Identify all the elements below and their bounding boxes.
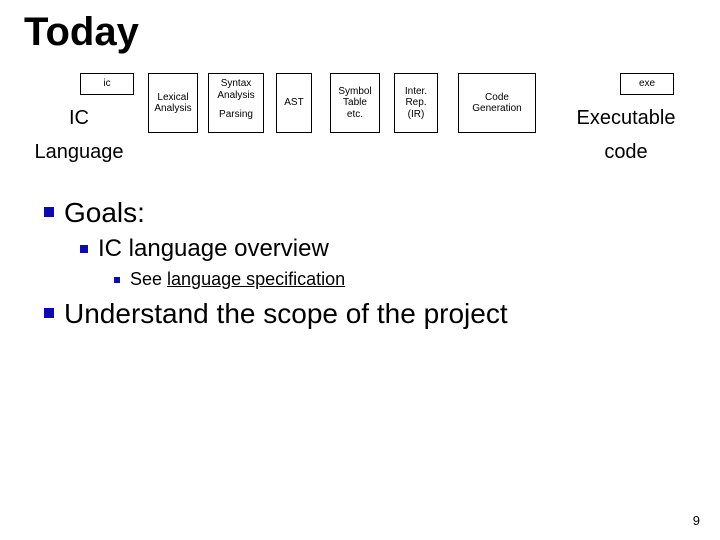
stage-ic: ic [80,73,134,95]
bullet-text: Understand the scope of the project [64,298,508,330]
see-prefix: See [130,269,167,289]
right-label-code: code [556,141,696,164]
stage-syntax: Syntax Analysis Parsing [208,73,264,133]
bullet-icon [80,245,88,253]
bullet-text: IC language overview [98,235,329,263]
stage-lexical: Lexical Analysis [148,73,198,133]
language-spec-link[interactable]: language specification [167,269,345,289]
stage-symbol: Symbol Table etc. [330,73,380,133]
bullet-ic-overview: IC language overview [80,235,696,263]
stage-codegen: Code Generation [458,73,536,133]
right-label-executable: Executable [556,107,696,130]
bullet-icon [44,308,54,318]
stage-ir: Inter. Rep. (IR) [394,73,438,133]
pipeline-diagram: ic Lexical Analysis Syntax Analysis Pars… [24,73,696,173]
slide-title: Today [24,10,696,55]
stage-syntax-top: Syntax Analysis [217,78,254,101]
left-label-language: Language [24,141,134,164]
bullet-scope: Understand the scope of the project [44,298,696,330]
bullet-text: Goals: [64,197,145,229]
stage-syntax-bottom: Parsing [219,109,253,121]
stage-ast: AST [276,73,312,133]
left-label-ic: IC [24,107,134,130]
page-number: 9 [693,513,700,528]
stage-exe: exe [620,73,674,95]
bullet-icon [114,277,120,283]
bullet-text: See language specification [130,269,345,290]
bullet-see-spec: See language specification [114,269,696,290]
bullet-goals: Goals: [44,197,696,229]
bullet-list: Goals: IC language overview See language… [24,197,696,330]
bullet-icon [44,207,54,217]
